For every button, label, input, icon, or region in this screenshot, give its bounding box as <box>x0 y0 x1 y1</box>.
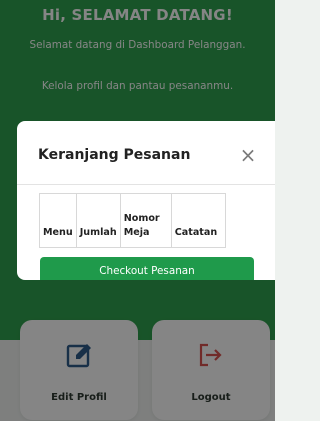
column-header-nomor-meja: Nomor Meja <box>119 193 172 248</box>
close-icon[interactable]: × <box>238 145 258 165</box>
cart-table: Menu Jumlah Nomor Meja Catatan <box>39 193 227 248</box>
column-header-jumlah: Jumlah <box>75 193 121 248</box>
column-header-catatan: Catatan <box>170 193 227 248</box>
checkout-button[interactable]: Checkout Pesanan <box>40 257 254 280</box>
cart-modal-title: Keranjang Pesanan <box>38 147 191 163</box>
column-header-menu: Menu <box>39 193 77 248</box>
cart-modal: Keranjang Pesanan × Menu Jumlah Nomor Me… <box>17 121 275 280</box>
modal-divider <box>17 184 275 185</box>
cart-table-header-row: Menu Jumlah Nomor Meja Catatan <box>39 193 227 248</box>
